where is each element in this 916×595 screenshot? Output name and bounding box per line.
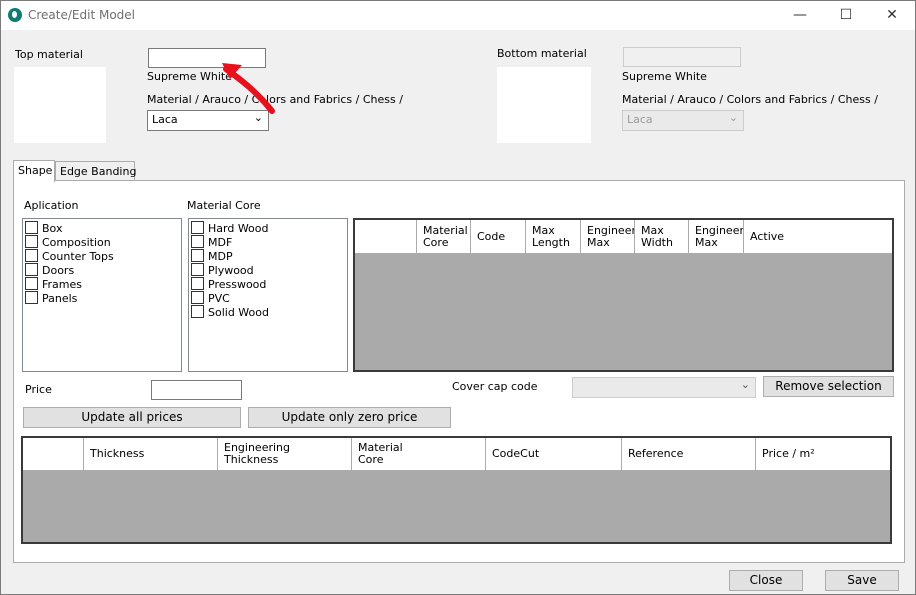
checkbox-label: MDP	[208, 250, 233, 263]
bottom-material-name: Supreme White	[622, 70, 707, 83]
shape-tab-panel: Aplication Box Composition Counter Tops …	[13, 180, 905, 563]
close-icon[interactable]: ✕	[869, 1, 915, 30]
checkbox[interactable]	[25, 277, 38, 290]
price-label: Price	[25, 383, 52, 396]
application-item-counter-tops[interactable]: Counter Tops	[23, 249, 181, 263]
material-core-item-presswood[interactable]: Presswood	[189, 277, 347, 291]
material-core-item-solid-wood[interactable]: Solid Wood	[189, 305, 347, 319]
column-header[interactable]: Material Core	[351, 438, 485, 470]
checkbox[interactable]	[191, 249, 204, 262]
cover-cap-code-select[interactable]: ⌄	[572, 377, 756, 398]
column-header[interactable]: Engineering Thickness	[217, 438, 351, 470]
minimize-icon[interactable]: —	[777, 1, 823, 30]
top-material-label: Top material	[15, 48, 83, 61]
application-item-frames[interactable]: Frames	[23, 277, 181, 291]
maximize-icon[interactable]: ☐	[823, 1, 869, 30]
checkbox[interactable]	[25, 249, 38, 262]
checkbox-label: Panels	[42, 292, 78, 305]
column-header[interactable]: Price / m²	[755, 438, 890, 470]
checkbox[interactable]	[191, 235, 204, 248]
checkbox[interactable]	[191, 291, 204, 304]
checkbox-label: Presswood	[208, 278, 267, 291]
update-zero-price-button[interactable]: Update only zero price	[248, 407, 451, 428]
material-core-item-mdf[interactable]: MDF	[189, 235, 347, 249]
bottom-finish-select[interactable]: Laca ⌄	[622, 110, 744, 131]
checkbox-label: Composition	[42, 236, 111, 249]
grid-header: MaterialCore Code MaxLength EngineeringM…	[355, 220, 892, 254]
grid-header: Thickness Engineering Thickness Material C…	[23, 438, 890, 471]
cover-cap-code-label: Cover cap code	[452, 380, 538, 393]
title-bar: Create/Edit Model — ☐ ✕	[1, 1, 915, 30]
application-item-panels[interactable]: Panels	[23, 291, 181, 305]
material-core-list: Hard Wood MDF MDP Plywood Presswood PVC …	[188, 218, 348, 372]
application-label: Aplication	[24, 199, 79, 212]
app-logo-icon	[8, 8, 22, 22]
tab-edge-banding[interactable]: Edge Banding	[55, 161, 136, 181]
save-button[interactable]: Save	[825, 570, 899, 591]
checkbox[interactable]	[191, 221, 204, 234]
checkbox[interactable]	[25, 235, 38, 248]
checkbox-label: Solid Wood	[208, 306, 269, 319]
create-edit-model-window: Create/Edit Model — ☐ ✕ Top material Sup…	[0, 0, 916, 595]
window-title: Create/Edit Model	[28, 8, 135, 22]
application-item-composition[interactable]: Composition	[23, 235, 181, 249]
checkbox[interactable]	[25, 263, 38, 276]
bottom-material-label: Bottom material	[497, 47, 587, 60]
price-input[interactable]	[151, 380, 242, 400]
column-header[interactable]: Max Width	[634, 220, 688, 253]
material-core-item-hard-wood[interactable]: Hard Wood	[189, 221, 347, 235]
chevron-down-icon: ⌄	[740, 378, 750, 391]
update-all-prices-button[interactable]: Update all prices	[23, 407, 241, 428]
column-header[interactable]: Reference	[621, 438, 755, 470]
checkbox-label: PVC	[208, 292, 230, 305]
material-core-grid[interactable]: MaterialCore Code MaxLength EngineeringM…	[353, 218, 894, 372]
material-core-label: Material Core	[187, 199, 261, 212]
material-core-item-pvc[interactable]: PVC	[189, 291, 347, 305]
column-header[interactable]: Code	[470, 220, 525, 253]
application-item-box[interactable]: Box	[23, 221, 181, 235]
column-header[interactable]: Active	[743, 220, 892, 253]
checkbox-label: Hard Wood	[208, 222, 269, 235]
annotation-arrow-icon	[222, 63, 275, 114]
column-header[interactable]: Max Length	[525, 220, 580, 253]
column-header[interactable]: Thickness	[83, 438, 217, 470]
column-header[interactable]: EngineeringMax	[688, 220, 743, 253]
checkbox-label: Plywood	[208, 264, 254, 277]
material-core-item-mdp[interactable]: MDP	[189, 249, 347, 263]
checkbox[interactable]	[191, 263, 204, 276]
bottom-material-swatch	[497, 67, 591, 143]
close-button[interactable]: Close	[729, 570, 803, 591]
checkbox-label: Doors	[42, 264, 75, 277]
top-material-swatch	[14, 67, 106, 143]
checkbox-label: Box	[42, 222, 63, 235]
chevron-down-icon: ⌄	[728, 111, 738, 124]
column-header[interactable]: CodeCut	[485, 438, 621, 470]
checkbox[interactable]	[191, 305, 204, 318]
checkbox[interactable]	[191, 277, 204, 290]
bottom-finish-value: Laca	[627, 113, 653, 126]
bottom-material-input[interactable]	[623, 47, 741, 67]
checkbox[interactable]	[25, 221, 38, 234]
checkbox-label: MDF	[208, 236, 233, 249]
column-header[interactable]: EngineeringMax	[580, 220, 634, 253]
application-item-doors[interactable]: Doors	[23, 263, 181, 277]
tab-shape[interactable]: Shape	[13, 160, 55, 182]
material-core-item-plywood[interactable]: Plywood	[189, 263, 347, 277]
application-list: Box Composition Counter Tops Doors Frame…	[22, 218, 182, 372]
checkbox-label: Counter Tops	[42, 250, 114, 263]
column-header[interactable]: Material Core	[416, 220, 470, 253]
checkbox[interactable]	[25, 291, 38, 304]
bottom-material-path: Material / Arauco / Colors and Fabrics /…	[622, 93, 878, 106]
price-grid[interactable]: Thickness Engineering Thickness Material C…	[21, 436, 892, 544]
checkbox-label: Frames	[42, 278, 83, 291]
top-finish-value: Laca	[152, 113, 178, 126]
remove-selection-button[interactable]: Remove selection	[763, 376, 894, 397]
